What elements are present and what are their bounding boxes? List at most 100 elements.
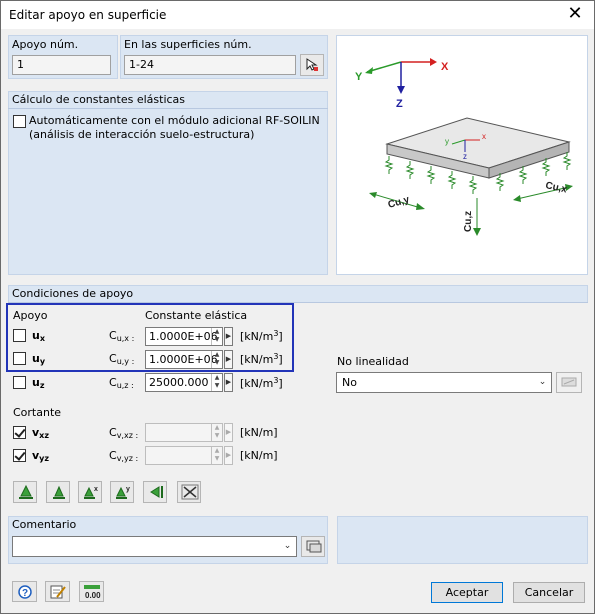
support-wall-icon [150, 486, 163, 498]
uz-label: uz [32, 376, 45, 390]
vyz-label: vyz [32, 449, 50, 463]
cvxz-more-button[interactable]: ▶ [224, 423, 233, 442]
svg-text:x: x [94, 486, 98, 493]
support-hinged-icon [53, 485, 65, 499]
spring [405, 161, 415, 179]
support-x-icon: x [84, 486, 98, 499]
svg-text:y: y [126, 486, 130, 493]
svg-text:?: ? [22, 588, 28, 599]
local-x-text: x [482, 132, 486, 141]
rf-soilin-label-2: (análisis de interacción suelo-estructur… [29, 128, 255, 141]
support-type-wall-button[interactable] [143, 481, 167, 503]
cursor-pick-icon [306, 58, 318, 71]
help-icon: ? [18, 585, 32, 599]
nonlinear-edit-button[interactable] [556, 372, 582, 393]
spring [495, 173, 505, 191]
spring [468, 176, 478, 194]
surfaces-no-field[interactable]: 1-24 [124, 55, 296, 75]
axis-x-arrow [430, 58, 437, 66]
uz-checkbox[interactable] [13, 376, 26, 389]
spin-up-down-icon[interactable]: ▲ ▼ [211, 447, 222, 464]
spin-up-down-icon[interactable]: ▲ ▼ [211, 424, 222, 441]
local-z-text: z [463, 152, 467, 161]
support-fixed-icon [19, 484, 33, 499]
notepad-pencil-icon [50, 585, 66, 599]
cuz-input[interactable]: 25000.000 ▲ ▼ [145, 373, 223, 392]
chevron-down-icon: ⌄ [538, 377, 547, 387]
chevron-down-icon: ⌄ [283, 541, 292, 551]
cux-arrow-head-1 [513, 195, 521, 202]
support-no-field[interactable]: 1 [12, 55, 111, 75]
elastic-header: Cálculo de constantes elásticas [12, 93, 186, 106]
cancel-button[interactable]: Cancelar [513, 582, 585, 603]
spring [562, 152, 572, 170]
conditions-header: Condiciones de apoyo [12, 287, 134, 300]
comment-label: Comentario [12, 518, 77, 531]
support-y-icon: y [116, 486, 130, 499]
rf-soilin-checkbox[interactable] [13, 115, 26, 128]
window-title: Editar apoyo en superficie [9, 8, 167, 22]
axis-y-arrow [365, 67, 373, 74]
cvyz-more-button[interactable]: ▶ [224, 446, 233, 465]
support-type-fixed-button[interactable] [13, 481, 37, 503]
spring [426, 166, 436, 184]
local-y-text: y [445, 137, 449, 146]
library-icon [306, 540, 322, 553]
nonlinear-label: No linealidad [337, 355, 409, 368]
spring [518, 166, 528, 184]
title-bar: Editar apoyo en superficie ✕ [1, 1, 594, 29]
cvxz-input[interactable]: ▲ ▼ [145, 423, 223, 442]
cvxz-unit: [kN/m] [240, 426, 278, 439]
nonlinear-select[interactable]: No ⌄ [336, 372, 552, 393]
cuy-label: Cu,y [387, 194, 411, 211]
ok-button[interactable]: Aceptar [431, 582, 503, 603]
cuz-arrow-head [473, 228, 481, 236]
cvxz-constant-label: Cv,xz : [109, 426, 139, 440]
dialog-window: Editar apoyo en superficie ✕ Apoyo núm. … [0, 0, 595, 614]
cvyz-constant-label: Cv,yz : [109, 449, 139, 463]
cvyz-input[interactable]: ▲ ▼ [145, 446, 223, 465]
spin-up-down-icon[interactable]: ▲ ▼ [211, 374, 222, 391]
close-icon[interactable]: ✕ [564, 3, 586, 25]
support-free-icon [181, 484, 199, 500]
support-diagram: Y X Z y x z Cu,y Cu,z Cu,x [355, 58, 573, 236]
surfaces-no-label: En las superficies núm. [124, 38, 252, 51]
cvyz-unit: [kN/m] [240, 449, 278, 462]
vxz-checkbox[interactable] [13, 426, 26, 439]
vyz-checkbox[interactable] [13, 449, 26, 462]
divider [8, 108, 328, 109]
highlight-box [6, 303, 294, 372]
comment-side-panel [337, 516, 588, 564]
support-type-free-button[interactable] [177, 481, 201, 503]
cuz-more-button[interactable]: ▶ [224, 373, 233, 392]
diagram-panel: Y X Z y x z Cu,y Cu,z Cu,x [336, 35, 588, 275]
cux-label: Cu,x [544, 180, 568, 195]
cuz-unit: [kN/m3] [240, 376, 283, 390]
axis-y-text: Y [355, 71, 363, 83]
comment-library-button[interactable] [301, 536, 325, 557]
pick-surfaces-button[interactable] [300, 54, 324, 76]
rf-soilin-label-1: Automáticamente con el módulo adicional … [29, 114, 320, 127]
cuz-label: Cu,z [463, 211, 474, 232]
axis-z-arrow [397, 86, 405, 94]
spring [447, 171, 457, 189]
edit-notes-button[interactable] [45, 581, 70, 602]
vxz-label: vxz [32, 426, 49, 440]
axis-x-text: X [441, 61, 449, 73]
support-no-label: Apoyo núm. [12, 38, 79, 51]
spring [384, 156, 394, 174]
svg-text:0.00: 0.00 [85, 591, 101, 600]
units-decimal-icon: 0.00 [84, 585, 101, 600]
comment-input[interactable]: ⌄ [12, 536, 297, 557]
support-type-x-button[interactable]: x [78, 481, 102, 503]
edit-disabled-icon [561, 377, 577, 387]
shear-header: Cortante [13, 406, 62, 419]
units-button[interactable]: 0.00 [79, 581, 104, 602]
support-type-y-button[interactable]: y [110, 481, 134, 503]
cuz-constant-label: Cu,z : [109, 376, 134, 390]
spring [541, 158, 551, 176]
cuy-arrow-head-1 [369, 192, 377, 198]
help-button[interactable]: ? [12, 581, 37, 602]
axis-z-text: Z [396, 98, 403, 110]
support-type-hinged-button[interactable] [46, 481, 70, 503]
